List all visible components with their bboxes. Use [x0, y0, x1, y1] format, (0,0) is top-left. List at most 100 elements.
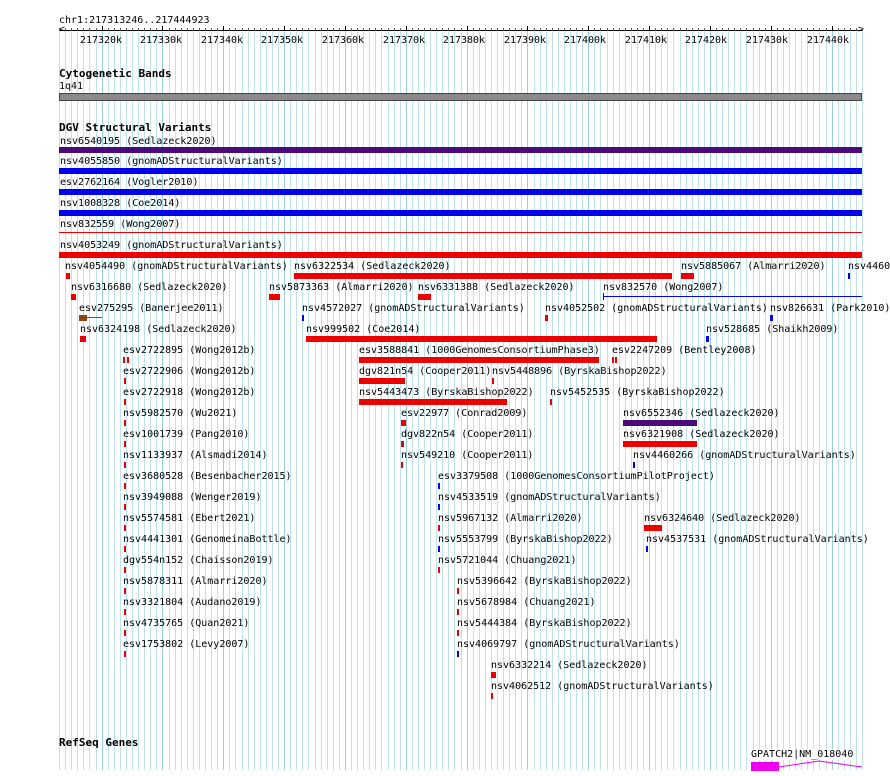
variant-label: nsv6322534 (Sedlazeck2020) — [294, 261, 451, 272]
variant-feature[interactable] — [457, 630, 459, 636]
variant-feature[interactable] — [124, 609, 126, 615]
variant-feature[interactable] — [848, 273, 850, 279]
variant-feature[interactable] — [457, 651, 459, 657]
variant-feature[interactable] — [59, 147, 862, 153]
variant-feature[interactable] — [770, 315, 773, 321]
variant-label: esv2762164 (Vogler2010) — [60, 177, 199, 188]
variant-feature[interactable] — [491, 672, 496, 678]
variant-feature[interactable] — [545, 315, 548, 321]
ruler-tick — [144, 28, 145, 31]
variant-feature[interactable] — [127, 357, 129, 363]
variant-feature[interactable] — [124, 588, 126, 594]
ruler-tick — [759, 28, 760, 31]
variant-feature[interactable] — [706, 336, 709, 342]
variant-feature[interactable] — [124, 546, 126, 552]
variant-feature[interactable] — [124, 651, 126, 657]
variant-feature[interactable] — [124, 462, 126, 468]
variant-feature[interactable] — [124, 504, 126, 510]
variant-feature[interactable] — [71, 294, 76, 300]
variant-feature[interactable] — [59, 252, 862, 258]
variant-feature[interactable] — [124, 399, 126, 405]
grid-line — [248, 30, 249, 770]
variant-feature[interactable] — [124, 525, 126, 531]
variant-feature[interactable] — [623, 420, 697, 426]
variant-feature[interactable] — [612, 357, 614, 363]
variant-feature[interactable] — [66, 273, 70, 279]
ruler-tick — [132, 28, 133, 31]
variant-feature[interactable] — [306, 336, 657, 342]
variant-label: dgv554n152 (Chaisson2019) — [123, 555, 274, 566]
variant-feature[interactable] — [124, 441, 126, 447]
ruler-tick — [199, 28, 200, 31]
ruler-label-5: 217370k — [382, 35, 426, 46]
variant-feature[interactable] — [269, 294, 280, 300]
ruler-tick — [308, 28, 309, 31]
ruler-tick — [704, 28, 705, 31]
variant-feature[interactable] — [80, 336, 86, 342]
variant-feature[interactable] — [401, 441, 404, 447]
ruler-tick — [503, 28, 504, 31]
ruler-tick — [491, 28, 492, 31]
variant-feature[interactable] — [124, 567, 126, 573]
variant-feature[interactable] — [550, 399, 552, 405]
variant-feature[interactable] — [359, 378, 405, 384]
variant-label: nsv999502 (Coe2014) — [306, 324, 421, 335]
variant-feature[interactable] — [603, 296, 862, 297]
ruler-tick — [753, 28, 754, 31]
variant-feature-end — [603, 293, 604, 300]
ruler-tick — [211, 28, 212, 31]
variant-feature[interactable] — [644, 525, 662, 531]
variant-feature[interactable] — [646, 546, 648, 552]
variant-feature[interactable] — [633, 462, 635, 468]
cytoband-bar[interactable] — [59, 93, 862, 101]
variant-feature[interactable] — [438, 525, 440, 531]
grid-line — [789, 30, 790, 770]
variant-feature[interactable] — [438, 546, 440, 552]
coordinate-ruler[interactable]: < > 217320k 217330k 217340k 217350k 2173… — [59, 20, 864, 50]
variant-label: esv3588841 (1000GenomesConsortiumPhase3) — [359, 345, 600, 356]
ruler-label-7: 217390k — [503, 35, 547, 46]
variant-feature[interactable] — [59, 210, 862, 216]
variant-feature[interactable] — [401, 420, 406, 426]
variant-feature[interactable] — [438, 504, 440, 510]
variant-feature[interactable] — [359, 399, 507, 405]
ruler-tick — [272, 28, 273, 31]
variant-feature[interactable] — [492, 378, 494, 384]
variant-label: nsv6324198 (Sedlazeck2020) — [80, 324, 237, 335]
variant-feature[interactable] — [457, 588, 459, 594]
variant-feature[interactable] — [124, 378, 126, 384]
ruler-tick — [777, 28, 778, 31]
variant-feature[interactable] — [124, 483, 126, 489]
variant-label: nsv3321804 (Audano2019) — [123, 597, 262, 608]
variant-feature[interactable] — [302, 315, 304, 321]
grid-line — [302, 30, 303, 770]
variant-feature[interactable] — [59, 232, 862, 233]
variant-feature[interactable] — [359, 357, 599, 363]
variant-feature[interactable] — [615, 357, 617, 363]
variant-feature[interactable] — [401, 462, 403, 468]
ruler-tick — [242, 28, 243, 31]
variant-label: nsv4055850 (gnomADStructuralVariants) — [60, 156, 283, 167]
ruler-tick — [661, 28, 662, 31]
variant-feature[interactable] — [294, 273, 672, 279]
ruler-tick — [418, 28, 419, 31]
variant-feature[interactable] — [123, 357, 125, 363]
variant-feature[interactable] — [79, 315, 87, 321]
variant-feature[interactable] — [457, 609, 459, 615]
ruler-tick — [564, 28, 565, 31]
ruler-right-arrow-icon: > — [857, 24, 864, 35]
ruler-tick — [381, 28, 382, 31]
variant-feature[interactable] — [418, 294, 431, 300]
variant-feature[interactable] — [124, 630, 126, 636]
variant-feature[interactable] — [59, 189, 862, 195]
grid-line — [600, 30, 601, 770]
variant-feature[interactable] — [491, 693, 493, 699]
grid-line — [765, 30, 766, 770]
variant-feature[interactable] — [623, 441, 697, 447]
variant-feature[interactable] — [438, 483, 440, 489]
variant-feature[interactable] — [124, 420, 126, 426]
variant-feature[interactable] — [681, 273, 694, 279]
variant-feature[interactable] — [59, 168, 862, 174]
variant-feature[interactable] — [438, 567, 440, 573]
gene-exon[interactable] — [751, 762, 779, 771]
